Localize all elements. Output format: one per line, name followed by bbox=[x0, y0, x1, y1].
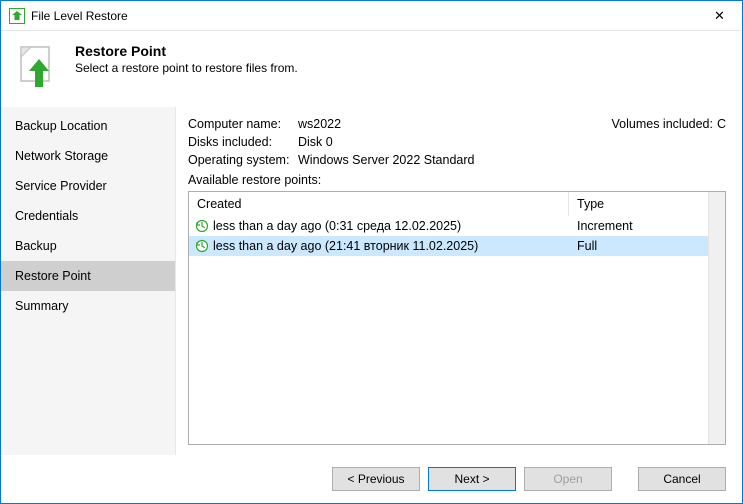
restore-point-icon bbox=[195, 219, 209, 233]
sidebar-item-credentials[interactable]: Credentials bbox=[1, 201, 175, 231]
vertical-scrollbar[interactable] bbox=[708, 192, 725, 444]
sidebar-item-network-storage[interactable]: Network Storage bbox=[1, 141, 175, 171]
sidebar-item-label: Summary bbox=[15, 299, 68, 313]
os-value: Windows Server 2022 Standard bbox=[298, 153, 726, 167]
sidebar-item-label: Network Storage bbox=[15, 149, 108, 163]
sidebar-item-label: Backup Location bbox=[15, 119, 107, 133]
header-banner: Restore Point Select a restore point to … bbox=[1, 31, 742, 107]
volumes-label: Volumes included: bbox=[612, 117, 717, 131]
wizard-sidebar: Backup Location Network Storage Service Pr… bbox=[1, 107, 176, 455]
page-subtitle: Select a restore point to restore files … bbox=[75, 61, 298, 75]
content-pane: Computer name: ws2022 Volumes included: … bbox=[176, 107, 742, 455]
sidebar-item-label: Backup bbox=[15, 239, 57, 253]
app-icon bbox=[9, 8, 25, 24]
table-header: Created Type bbox=[189, 192, 708, 216]
close-button[interactable]: ✕ bbox=[697, 1, 742, 31]
sidebar-item-backup[interactable]: Backup bbox=[1, 231, 175, 261]
sidebar-item-summary[interactable]: Summary bbox=[1, 291, 175, 321]
os-label: Operating system: bbox=[188, 153, 298, 167]
computer-name-value: ws2022 bbox=[298, 117, 612, 131]
window-title: File Level Restore bbox=[31, 9, 697, 23]
restore-page-icon bbox=[15, 43, 63, 91]
table-row[interactable]: less than a day ago (0:31 среда 12.02.20… bbox=[189, 216, 708, 236]
main-area: Backup Location Network Storage Service Pr… bbox=[1, 107, 742, 455]
details-grid: Computer name: ws2022 Volumes included: … bbox=[188, 117, 726, 167]
previous-button[interactable]: < Previous bbox=[332, 467, 420, 491]
cell-type: Increment bbox=[569, 219, 708, 233]
cell-created: less than a day ago (0:31 среда 12.02.20… bbox=[213, 219, 461, 233]
cancel-button[interactable]: Cancel bbox=[638, 467, 726, 491]
sidebar-item-label: Credentials bbox=[15, 209, 78, 223]
column-header-created[interactable]: Created bbox=[189, 192, 569, 216]
column-header-type[interactable]: Type bbox=[569, 192, 708, 216]
sidebar-item-backup-location[interactable]: Backup Location bbox=[1, 111, 175, 141]
sidebar-item-service-provider[interactable]: Service Provider bbox=[1, 171, 175, 201]
sidebar-item-label: Restore Point bbox=[15, 269, 91, 283]
restore-point-icon bbox=[195, 239, 209, 253]
disks-value: Disk 0 bbox=[298, 135, 726, 149]
disks-label: Disks included: bbox=[188, 135, 298, 149]
wizard-footer: < Previous Next > Open Cancel bbox=[1, 455, 742, 503]
close-icon: ✕ bbox=[714, 8, 725, 24]
available-restore-points-label: Available restore points: bbox=[188, 173, 726, 187]
sidebar-item-restore-point[interactable]: Restore Point bbox=[1, 261, 175, 291]
table-row[interactable]: less than a day ago (21:41 вторник 11.02… bbox=[189, 236, 708, 256]
next-button[interactable]: Next > bbox=[428, 467, 516, 491]
titlebar: File Level Restore ✕ bbox=[1, 1, 742, 31]
open-button[interactable]: Open bbox=[524, 467, 612, 491]
cell-created: less than a day ago (21:41 вторник 11.02… bbox=[213, 239, 478, 253]
sidebar-item-label: Service Provider bbox=[15, 179, 107, 193]
page-title: Restore Point bbox=[75, 43, 298, 59]
restore-points-table: Created Type less than a day ago (0:31 с… bbox=[188, 191, 726, 445]
volumes-value: C bbox=[717, 117, 726, 131]
computer-name-label: Computer name: bbox=[188, 117, 298, 131]
cell-type: Full bbox=[569, 239, 708, 253]
